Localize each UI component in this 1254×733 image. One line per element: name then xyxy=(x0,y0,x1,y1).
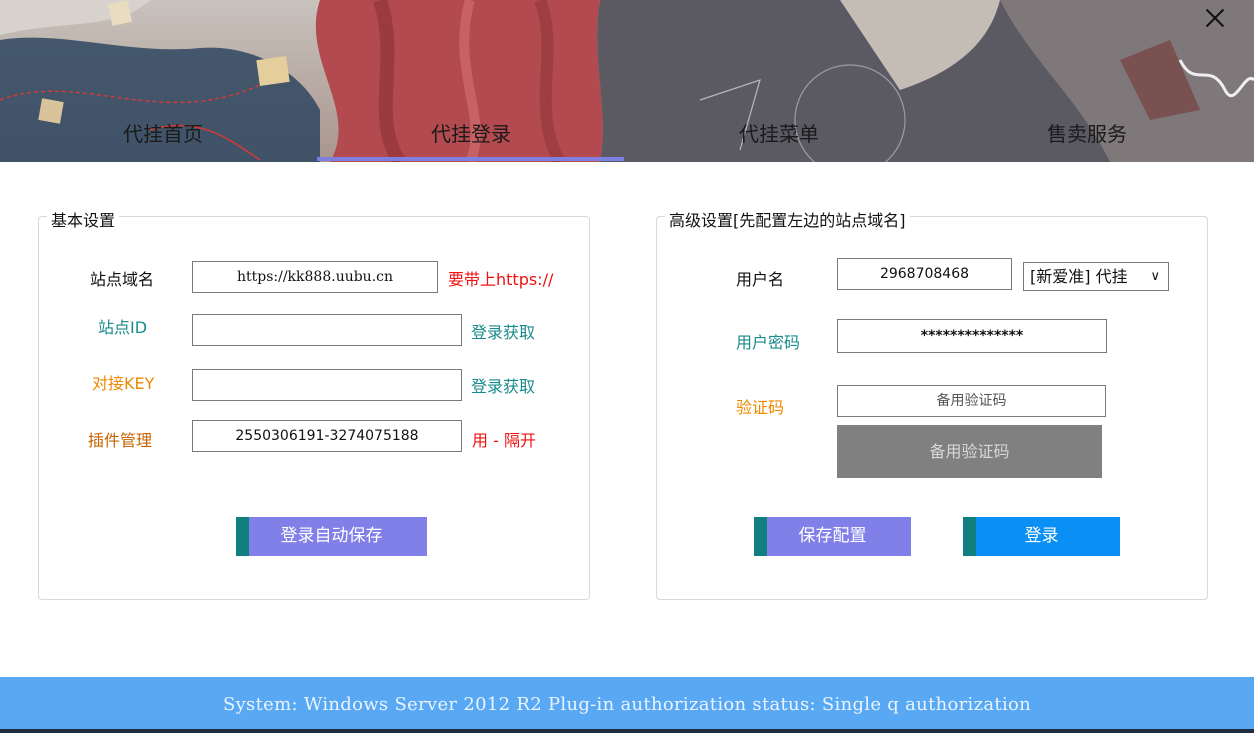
site-id-label: 站点ID xyxy=(98,318,148,337)
key-label: 对接KEY xyxy=(92,374,155,393)
button-accent-bar xyxy=(754,517,767,556)
login-label: 登录 xyxy=(1024,526,1059,546)
auto-save-login-button[interactable]: 登录自动保存 xyxy=(236,517,427,556)
tab-login[interactable]: 代挂登录 xyxy=(314,112,628,158)
password-input[interactable]: ************** xyxy=(837,319,1107,353)
header-banner: 代挂首页 代挂登录 代挂菜单 售卖服务 xyxy=(0,0,1254,162)
backup-captcha-button[interactable]: 备用验证码 xyxy=(837,425,1102,478)
main-tabs: 代挂首页 代挂登录 代挂菜单 售卖服务 xyxy=(0,112,1254,162)
close-button[interactable] xyxy=(1202,6,1228,32)
plugin-label: 插件管理 xyxy=(88,431,153,450)
site-id-input[interactable] xyxy=(192,314,462,346)
key-input[interactable] xyxy=(192,369,462,401)
button-accent-bar xyxy=(236,517,249,556)
site-id-fetch-link[interactable]: 登录获取 xyxy=(471,319,535,343)
site-domain-input[interactable]: https://kk888.uubu.cn xyxy=(192,261,438,293)
site-domain-hint: 要带上https:// xyxy=(448,270,554,289)
tab-home[interactable]: 代挂首页 xyxy=(6,112,320,158)
tab-sales[interactable]: 售卖服务 xyxy=(930,112,1244,158)
chevron-down-icon: ∨ xyxy=(1150,269,1160,284)
captcha-input[interactable]: 备用验证码 xyxy=(837,385,1106,417)
basic-settings-title: 基本设置 xyxy=(47,207,120,231)
tab-menu[interactable]: 代挂菜单 xyxy=(622,112,936,158)
username-input[interactable]: 2968708468 xyxy=(837,258,1012,290)
plugin-hint: 用 - 隔开 xyxy=(472,431,536,450)
password-label: 用户密码 xyxy=(736,333,801,352)
advanced-settings-title: 高级设置[先配置左边的站点域名] xyxy=(665,207,910,231)
mode-select-value: [新爱准] 代挂 xyxy=(1030,267,1128,286)
status-bar: System: Windows Server 2012 R2 Plug-in a… xyxy=(0,677,1254,733)
key-fetch-link[interactable]: 登录获取 xyxy=(471,373,535,397)
login-button[interactable]: 登录 xyxy=(963,517,1120,556)
mode-select[interactable]: [新爱准] 代挂 ∨ xyxy=(1023,262,1169,291)
active-tab-indicator xyxy=(317,157,624,161)
save-config-button[interactable]: 保存配置 xyxy=(754,517,911,556)
auto-save-login-label: 登录自动保存 xyxy=(280,526,383,546)
site-domain-label: 站点域名 xyxy=(90,270,155,289)
save-config-label: 保存配置 xyxy=(798,526,867,546)
username-label: 用户名 xyxy=(736,270,785,289)
status-bar-edge xyxy=(0,729,1254,733)
button-accent-bar xyxy=(963,517,976,556)
plugin-input[interactable]: 2550306191-3274075188 xyxy=(192,420,462,452)
captcha-label: 验证码 xyxy=(736,398,785,417)
